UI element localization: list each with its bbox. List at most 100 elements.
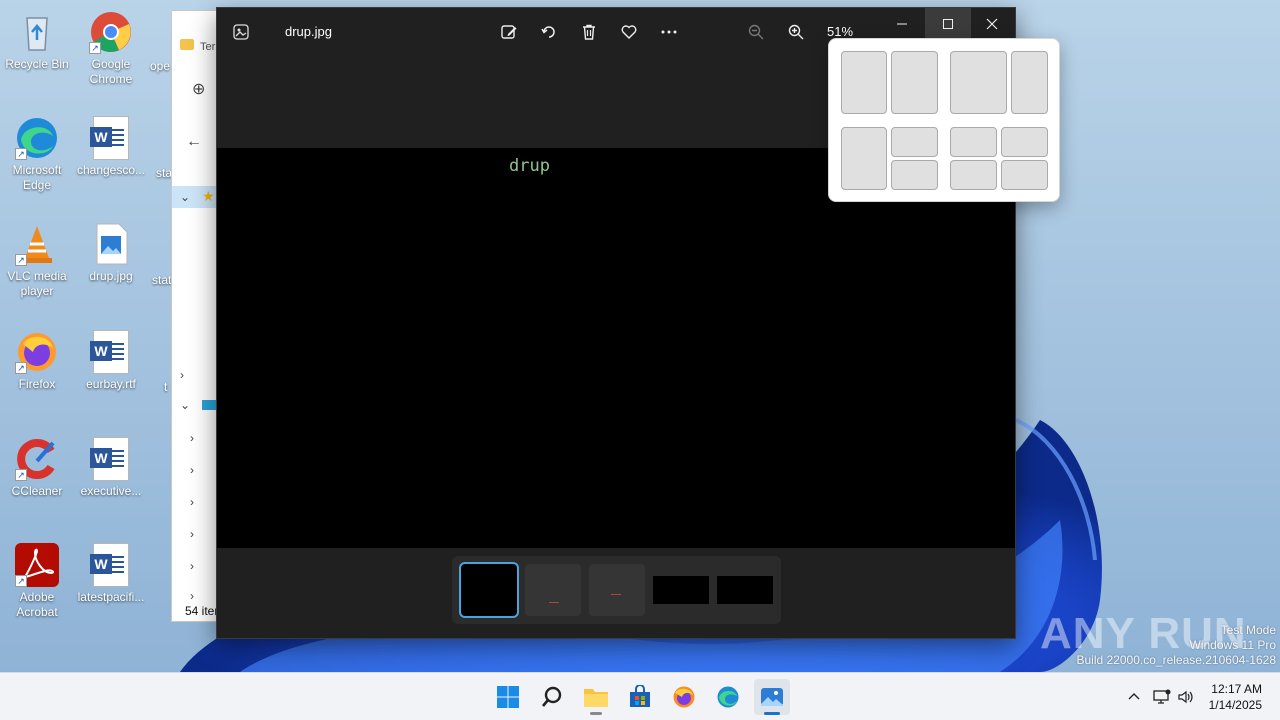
desktop-icon-label: CCleaner [11,484,63,498]
snap-zone-quadrant-top-right[interactable] [1001,127,1048,157]
desktop-icon-changesco[interactable]: W changesco... [75,116,147,178]
snap-zone-bottom-right[interactable] [891,160,938,190]
chevron-right-icon: › [190,589,194,603]
clock-date: 1/14/2025 [1208,698,1262,712]
windows-logo-icon [497,686,519,708]
thumbnail-selected[interactable] [459,562,519,618]
zoom-in-icon[interactable] [780,16,812,48]
running-indicator [764,712,780,715]
close-button[interactable] [969,8,1015,40]
chevron-down-icon: ⌄ [180,398,191,412]
desktop-icon-label: changesco... [76,163,146,177]
snap-zone-quadrant-bottom-right[interactable] [1001,160,1048,190]
word-document-icon: W [89,543,133,587]
more-icon[interactable] [653,16,685,48]
desktop-icon-executive[interactable]: W executive... [75,437,147,499]
vlc-icon: ↗ [15,222,59,266]
snap-zone-quadrant-bottom-left[interactable] [950,160,997,190]
taskbar-microsoft-store[interactable] [622,679,658,715]
desktop-icon-latestpacifi[interactable]: W latestpacifi... [75,543,147,605]
chevron-right-icon: › [180,368,184,382]
watermark-os: Windows 11 Pro [1189,638,1276,652]
minimize-button[interactable] [879,8,925,40]
desktop-icon-firefox[interactable]: ↗ Firefox [1,330,73,392]
thumbnail[interactable] [525,564,581,616]
show-hidden-icons-button[interactable] [1124,687,1144,707]
firefox-icon: ↗ [15,330,59,374]
delete-icon[interactable] [573,16,605,48]
zoom-level[interactable]: 51% [827,24,853,39]
edit-image-icon[interactable] [493,16,525,48]
speaker-icon [1178,690,1193,704]
desktop-icon-recycle-bin[interactable]: Recycle Bin [1,10,73,72]
chevron-right-icon: › [190,495,194,509]
desktop-icon-label: Firefox [18,377,56,391]
zoom-out-icon[interactable] [740,16,772,48]
desktop-icon-label: Recycle Bin [5,57,69,71]
photos-app-icon [225,16,257,48]
maximize-button[interactable] [925,8,971,40]
image-viewer[interactable]: drup [217,148,1015,548]
desktop-icon-vlc[interactable]: ↗ VLC media player [1,222,73,299]
desktop-icon-label: eurbay.rtf [86,377,136,391]
new-tab-icon[interactable]: ⊕ [192,79,205,99]
system-clock[interactable]: 12:17 AM 1/14/2025 [1209,681,1262,713]
thumbnail[interactable] [653,564,709,616]
word-document-icon: W [89,330,133,374]
chevron-right-icon: › [190,527,194,541]
snap-zone-half-left[interactable] [841,51,887,114]
network-icon [1153,689,1171,704]
snap-zone-two-thirds-left[interactable] [950,51,1007,114]
folder-icon [180,39,194,50]
snap-zone-one-third-right[interactable] [1011,51,1048,114]
taskbar-microsoft-edge[interactable] [710,679,746,715]
desktop-icon-label: stat [152,273,172,287]
word-document-icon: W [89,437,133,481]
taskbar-photos[interactable] [754,679,790,715]
thumbnail-image [653,576,709,604]
start-button[interactable] [490,679,526,715]
thumbnail[interactable] [589,564,645,616]
snap-layouts-flyout [828,38,1060,202]
snap-zone-quadrant-top-left[interactable] [950,127,997,157]
close-icon [986,18,998,30]
recycle-bin-icon [15,10,59,54]
desktop-icon-label: latestpacifi... [77,590,145,604]
desktop-icon-label: Adobe Acrobat [16,590,58,619]
desktop-icon-adobe-acrobat[interactable]: ↗ Adobe Acrobat [1,543,73,620]
back-arrow-icon[interactable]: ← [186,133,202,151]
photos-icon [761,688,783,706]
explorer-tab-label[interactable]: Ter [200,41,215,53]
snap-zone-half-right[interactable] [891,51,938,114]
desktop-icon-drup-jpg[interactable]: drup.jpg [75,222,147,284]
desktop-icon-label: executive... [80,484,142,498]
acrobat-icon: ↗ [15,543,59,587]
firefox-icon [673,686,695,708]
shortcut-arrow-icon: ↗ [15,469,27,481]
desktop-icon-label: drup.jpg [89,269,133,283]
chevron-right-icon: › [190,431,194,445]
desktop-icon-microsoft-edge[interactable]: ↗ Microsoft Edge [1,116,73,193]
word-document-icon: W [89,116,133,160]
desktop-icon-ccleaner[interactable]: ↗ CCleaner [1,437,73,499]
chrome-icon: ↗ [89,10,133,54]
taskbar-file-explorer[interactable] [578,679,614,715]
desktop-icon-google-chrome[interactable]: ↗ Google Chrome [75,10,147,87]
taskbar-firefox[interactable] [666,679,702,715]
chevron-down-icon: ⌄ [180,190,191,204]
snap-zone-left-column[interactable] [841,127,887,190]
rotate-icon[interactable] [533,16,565,48]
chevron-up-icon [1128,693,1140,700]
filmstrip[interactable] [452,556,781,624]
snap-zone-top-right[interactable] [891,127,938,157]
desktop-icon-partial-stat[interactable]: stat [152,273,172,288]
thumbnail[interactable] [717,564,773,616]
thumbnail-mark [611,594,621,595]
network-button[interactable] [1152,687,1172,707]
favorite-icon[interactable] [613,16,645,48]
volume-button[interactable] [1176,687,1196,707]
search-button[interactable] [534,679,570,715]
desktop-icon-eurbay[interactable]: W eurbay.rtf [75,330,147,392]
desktop-icon-label: ope [150,59,171,73]
minimize-icon [897,23,907,25]
